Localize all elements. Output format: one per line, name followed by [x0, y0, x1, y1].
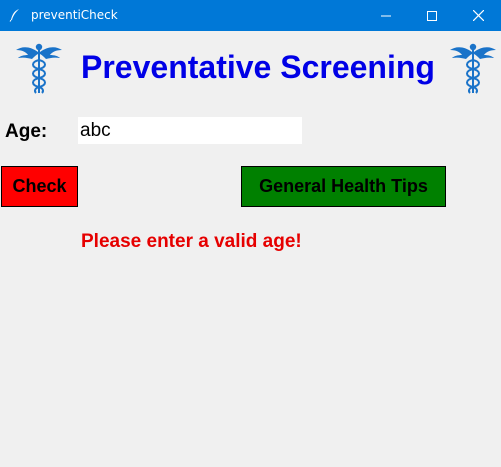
- maximize-button[interactable]: [409, 0, 455, 31]
- general-health-tips-button[interactable]: General Health Tips: [241, 166, 446, 207]
- minimize-icon: [381, 15, 391, 16]
- age-input[interactable]: [78, 117, 302, 144]
- close-icon: [472, 10, 484, 21]
- window-title: preventiCheck: [31, 8, 118, 22]
- minimize-button[interactable]: [363, 0, 409, 31]
- check-button[interactable]: Check: [1, 166, 78, 207]
- error-message: Please enter a valid age!: [81, 231, 302, 252]
- age-label: Age:: [5, 121, 48, 142]
- caduceus-icon: [16, 43, 62, 94]
- caduceus-icon: [450, 43, 496, 94]
- page-title: Preventative Screening: [81, 49, 435, 85]
- maximize-icon: [427, 10, 437, 21]
- title-bar[interactable]: preventiCheck: [0, 0, 501, 31]
- feather-icon: [9, 9, 19, 22]
- close-button[interactable]: [455, 0, 501, 31]
